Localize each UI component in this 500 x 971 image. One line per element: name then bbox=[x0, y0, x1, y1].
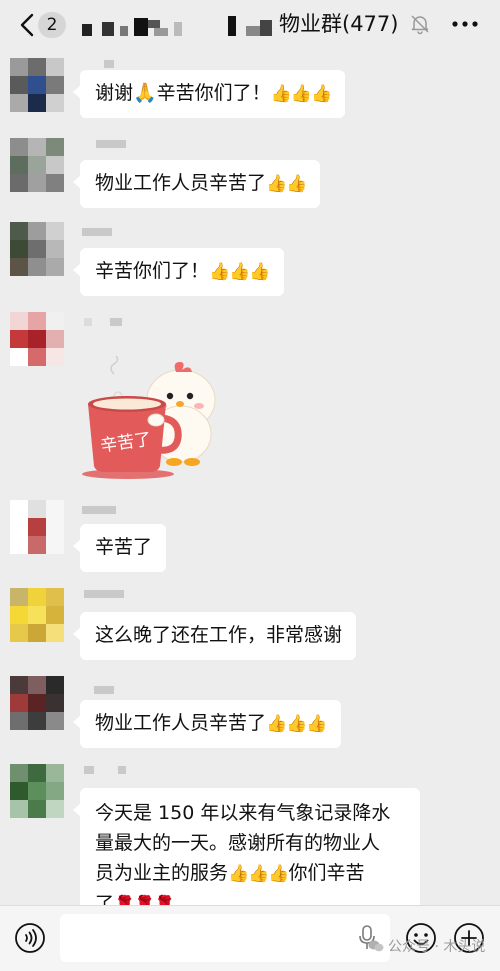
message-text: 员为业主的服务 bbox=[95, 862, 229, 884]
message-bubble[interactable]: 物业工作人员辛苦了👍👍👍 bbox=[73, 700, 341, 748]
avatar[interactable] bbox=[10, 500, 64, 554]
message-line: 员为业主的服务👍👍👍你们辛苦 bbox=[95, 858, 406, 889]
avatar[interactable] bbox=[10, 764, 64, 818]
message-bubble[interactable]: 今天是 150 年以来有气象记录降水 量最大的一天。感谢所有的物业人 员为业主的… bbox=[73, 788, 420, 919]
message-text: 物业工作人员辛苦了 bbox=[95, 172, 267, 194]
message-bubble[interactable]: 这么晚了还在工作，非常感谢 bbox=[72, 612, 357, 660]
avatar[interactable] bbox=[10, 58, 64, 112]
avatar[interactable] bbox=[10, 222, 64, 276]
thumbs-up-emoji: 👍👍👍 bbox=[228, 864, 290, 884]
message-text: 谢谢🙏辛苦你们了！ bbox=[95, 82, 271, 104]
message-input[interactable] bbox=[60, 914, 390, 962]
avatar[interactable] bbox=[10, 588, 64, 642]
voice-icon[interactable] bbox=[14, 922, 46, 954]
chat-title: 物业群(477) bbox=[279, 12, 399, 36]
watermark: 公众号 · 木头说 bbox=[368, 936, 485, 956]
more-icon[interactable] bbox=[449, 14, 481, 34]
avatar[interactable] bbox=[10, 312, 64, 366]
thumbs-up-emoji: 👍👍👍 bbox=[270, 84, 333, 104]
message-text: 辛苦你们了！ bbox=[95, 260, 210, 282]
message-text: 你们辛苦 bbox=[288, 862, 365, 884]
unread-count-badge[interactable]: 2 bbox=[38, 12, 66, 38]
message-bubble[interactable]: 辛苦你们了！👍👍👍 bbox=[73, 248, 284, 296]
message-text: 辛苦了 bbox=[95, 536, 153, 558]
bell-muted-icon bbox=[411, 15, 429, 35]
chat-header: 2 物业群(477) bbox=[0, 0, 500, 50]
avatar[interactable] bbox=[10, 138, 64, 192]
thumbs-up-emoji: 👍👍 bbox=[266, 174, 307, 194]
avatar[interactable] bbox=[10, 676, 64, 730]
message-line: 量最大的一天。感谢所有的物业人 bbox=[95, 832, 381, 854]
message-bubble[interactable]: 物业工作人员辛苦了👍👍 bbox=[72, 160, 321, 208]
message-bubble[interactable]: 辛苦了 bbox=[72, 524, 167, 572]
message-text: 这么晚了还在工作，非常感谢 bbox=[95, 624, 343, 646]
wechat-official-icon bbox=[368, 940, 384, 952]
message-text: 物业工作人员辛苦了 bbox=[95, 712, 267, 734]
thumbs-up-emoji: 👍👍👍 bbox=[266, 714, 328, 734]
message-bubble[interactable]: 谢谢🙏辛苦你们了！👍👍👍 bbox=[72, 70, 346, 118]
sticker-chick-cup[interactable]: 辛苦了 bbox=[78, 356, 228, 480]
message-line: 今天是 150 年以来有气象记录降水 bbox=[95, 802, 391, 824]
watermark-text: 公众号 · 木头说 bbox=[388, 939, 486, 955]
censored-name-block bbox=[82, 14, 282, 38]
thumbs-up-emoji: 👍👍👍 bbox=[209, 262, 271, 282]
